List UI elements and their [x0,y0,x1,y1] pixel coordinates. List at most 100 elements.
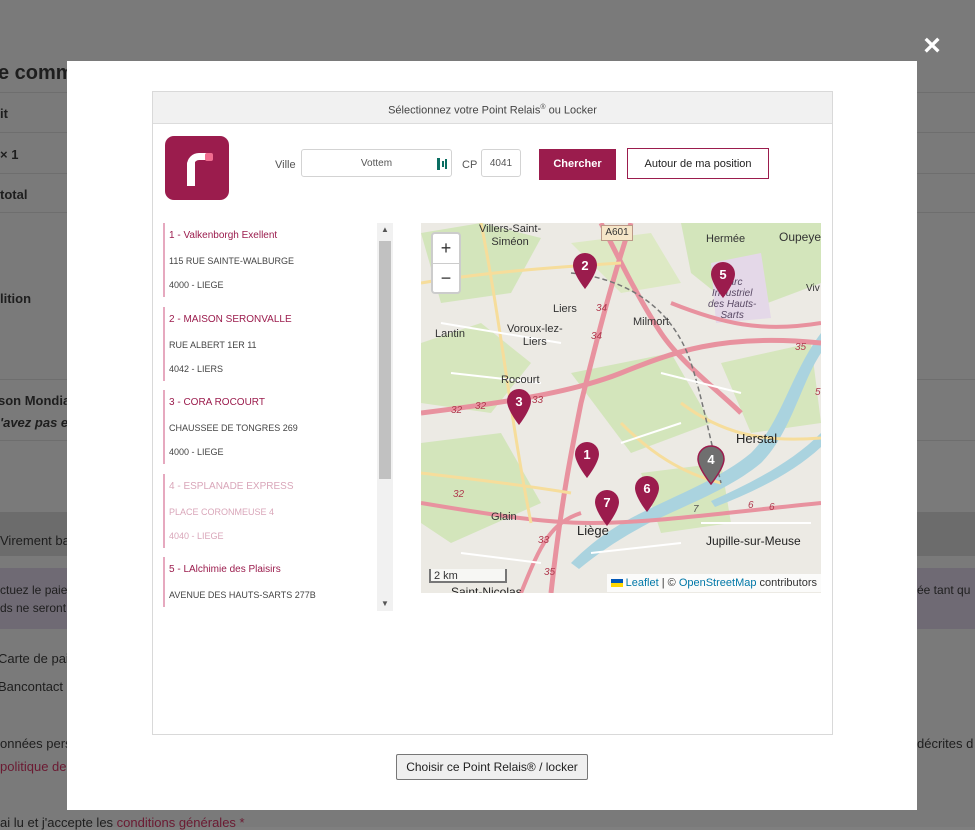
widget-title: Sélectionnez votre Point Relais [388,104,541,117]
bg-note-right: ée tant qu [917,583,971,597]
marker-pin-4[interactable]: 4 [697,445,725,485]
list-scrollbar[interactable]: ▲ ▼ [377,223,393,611]
zoom-control: + − [431,232,461,294]
map-label: Hermée [706,233,746,245]
point-city: 4000 - LIEGE [169,447,224,457]
point-title: 3 - CORA ROCOURT [169,397,265,408]
postcode-label: CP [462,159,478,171]
road-number: 35 [795,342,807,353]
ukraine-flag-icon [610,579,623,588]
road-number: 6 [769,502,775,513]
bg-note-left2: ds ne seront [0,601,67,615]
bg-row-subtotal: total [0,187,28,202]
marker-pin-7[interactable]: 7 [594,489,620,527]
bg-privacy-right: décrites d [917,736,974,751]
bg-note-left1: ctuez le paie [0,583,68,597]
point-title: 1 - Valkenborgh Exellent [169,230,278,241]
widget-header: Sélectionnez votre Point Relais® ou Lock… [153,92,832,124]
svg-text:7: 7 [603,495,610,510]
svg-text:1: 1 [583,447,590,462]
bg-privacy-left: onnées pers [0,736,72,751]
point-city: 4040 - LIEGE [169,531,224,541]
point-street: PLACE CORONMEUSE 4 [169,507,275,517]
road-number: 34 [591,331,603,342]
list-item[interactable]: 3 - CORA ROCOURT CHAUSSEE DE TONGRES 269… [163,390,373,464]
bg-row-shipping: lition [0,291,32,306]
list-item-disabled: 4 - ESPLANADE EXPRESS PLACE CORONMEUSE 4… [163,474,373,548]
map-label: Liers [553,303,577,315]
map-label: Milmort [633,316,670,328]
bg-payment-transfer: Virement ba [0,533,70,548]
marker-pin-2[interactable]: 2 [572,252,598,290]
openstreetmap-link[interactable]: OpenStreetMap [679,577,757,589]
scroll-thumb[interactable] [379,241,391,479]
map-label: Villers-Saint- Siméon [479,223,542,248]
relay-map[interactable]: Villers-Saint- Siméon Hermée Oupeye Liers… [421,223,821,593]
scroll-up-icon[interactable]: ▲ [377,223,393,237]
marker-pin-1[interactable]: 1 [574,441,600,479]
relay-widget: Sélectionnez votre Point Relais® ou Lock… [152,91,833,735]
map-label: Herstal [736,431,778,446]
city-label: Ville [275,159,296,171]
list-item[interactable]: 2 - MAISON SERONVALLE RUE ALBERT 1ER 11 … [163,307,373,381]
road-number: 32 [475,401,487,412]
point-title: 5 - LAlchimie des Plaisirs [169,564,281,575]
choose-relay-button[interactable]: Choisir ce Point Relais® / locker [396,754,588,780]
map-label: Saint-Nicolas [451,585,522,593]
road-number: 32 [451,405,463,416]
map-label: Lantin [435,328,465,340]
list-item[interactable]: 5 - LAlchimie des Plaisirs AVENUE DES HA… [163,557,373,607]
point-street: AVENUE DES HAUTS-SARTS 277B [169,590,316,600]
point-title: 4 - ESPLANADE EXPRESS [169,481,294,492]
map-label: Glain [491,511,517,523]
relay-point-list: 1 - Valkenborgh Exellent 115 RUE SAINTE-… [163,223,378,611]
map-attribution: Leaflet | © OpenStreetMap contributors [606,574,821,592]
bg-terms: ai lu et j'accepte les conditions généra… [0,815,245,830]
close-icon[interactable]: × [920,31,944,61]
bg-row-product: it [0,106,8,121]
svg-text:3: 3 [515,394,522,409]
road-number: 5 [815,387,821,398]
road-number: 32 [453,489,465,500]
point-street: RUE ALBERT 1ER 11 [169,340,257,350]
point-city: 4042 - LIERS [169,364,224,374]
road-number: 34 [596,303,608,314]
map-scale: 2 km [429,569,507,583]
bg-row-qty: × 1 [0,147,19,162]
map-label: Rocourt [501,374,540,386]
nearby-position-button[interactable]: Autour de ma position [627,148,769,179]
point-street: 115 RUE SAINTE-WALBURGE [169,256,295,266]
zoom-out-button[interactable]: − [433,264,459,293]
map-label: Voroux-lez- Liers [507,323,563,348]
search-button[interactable]: Chercher [539,149,616,180]
point-street: CHAUSSEE DE TONGRES 269 [169,423,298,433]
svg-text:2: 2 [581,258,588,273]
map-label: Jupille-sur-Meuse [706,534,801,548]
zoom-in-button[interactable]: + [433,234,459,264]
leaflet-link[interactable]: Leaflet [626,577,659,589]
marker-pin-3[interactable]: 3 [506,388,532,426]
autofill-icon [437,158,447,170]
mondial-relay-logo [165,136,229,200]
map-label: Viv [806,283,820,294]
scroll-down-icon[interactable]: ▼ [377,597,393,611]
bg-card: Carte de paie [0,651,77,666]
point-city: 4000 - LIEGE [169,280,224,290]
bg-bancontact: Bancontact [0,679,64,694]
order-heading: e comm [0,62,74,84]
road-number: 33 [538,535,550,546]
map-label: Oupeye [779,230,821,244]
svg-text:6: 6 [643,481,650,496]
svg-text:5: 5 [719,267,726,282]
marker-pin-6[interactable]: 6 [634,475,660,513]
city-input[interactable]: Vottem [301,149,452,177]
road-number: 6 [748,500,754,511]
list-item[interactable]: 1 - Valkenborgh Exellent 115 RUE SAINTE-… [163,223,373,297]
road-number: 7 [693,504,699,515]
postcode-input[interactable]: 4041 [481,149,521,177]
bg-privacy-link: politique de [0,759,67,774]
marker-pin-5[interactable]: 5 [710,261,736,299]
bg-row-note: 'avez pas e [0,415,69,430]
road-shield: A601 [601,225,633,241]
svg-text:4: 4 [707,452,715,467]
